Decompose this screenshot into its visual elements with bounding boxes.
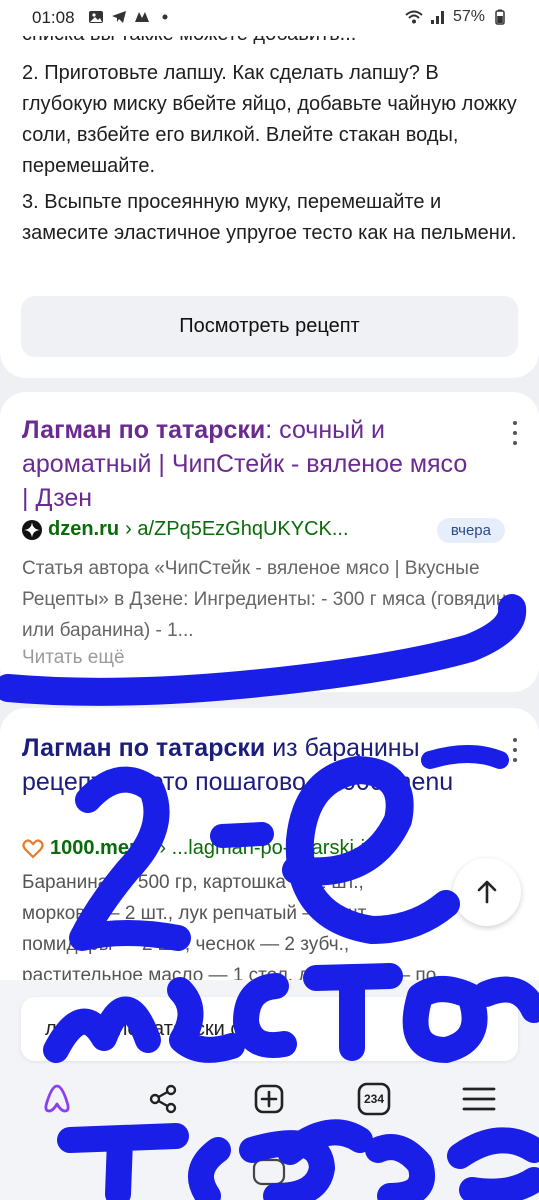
dzen-icon	[22, 519, 42, 540]
arrow-up-icon	[477, 880, 497, 904]
system-nav-icons	[116, 1158, 431, 1186]
result-title-2[interactable]: Лагман по татарски из баранины рецепт с …	[22, 731, 477, 799]
telegram-icon	[112, 11, 126, 23]
scroll-up-button[interactable]	[453, 858, 521, 926]
result-domain-2: 1000.menu	[50, 837, 154, 859]
recipe-step-3: 3. Всыпьте просеянную муку, перемешайте …	[22, 191, 517, 244]
date-badge: вчера	[436, 518, 505, 543]
tab-count: 234	[363, 1092, 385, 1106]
media-icon	[135, 12, 149, 22]
share-icon	[149, 1084, 177, 1114]
result-title[interactable]: Лагман по татарски: сочный и ароматный |…	[22, 413, 477, 515]
battery-icon	[495, 9, 505, 25]
search-query: лагман по татарски с	[45, 1017, 241, 1040]
result-title-highlight: Лагман по татарски	[22, 416, 266, 444]
recipe-card: списка вы также можете добавить... 2. Пр…	[0, 0, 539, 378]
heart-icon	[22, 838, 44, 859]
menu-button[interactable]	[456, 1076, 502, 1122]
result-path: › a/ZPq5EzGhqUKYCK...	[125, 518, 349, 540]
result-url-2[interactable]: 1000.menu › ...lagman-po-tatarski-iz...	[22, 837, 512, 860]
result-menu-button-2[interactable]	[509, 738, 521, 762]
gesture-bar	[0, 1148, 539, 1200]
signal-icon	[430, 11, 444, 24]
dot-icon	[162, 14, 168, 20]
system-icons: 57%	[405, 8, 509, 26]
result-snippet: Статья автора «ЧипСтейк - вяленое мясо |…	[22, 558, 517, 641]
search-input[interactable]: лагман по татарски с	[21, 997, 518, 1061]
new-tab-button[interactable]	[246, 1076, 292, 1122]
plus-square-icon	[254, 1084, 284, 1114]
read-more-link[interactable]: Читать ещё	[22, 647, 125, 669]
tabs-button[interactable]: 234	[351, 1076, 397, 1122]
hamburger-icon	[462, 1087, 496, 1111]
recipe-step-2: 2. Приготовьте лапшу. Как сделать лапшу?…	[22, 62, 517, 177]
share-button[interactable]	[140, 1076, 186, 1122]
battery-percent: 57%	[452, 8, 485, 25]
wifi-icon	[405, 10, 423, 24]
result-menu-button[interactable]	[509, 421, 521, 445]
result-path-2: › ...lagman-po-tatarski-iz...	[159, 837, 392, 859]
view-recipe-button[interactable]: Посмотреть рецепт	[21, 296, 518, 357]
alice-button[interactable]	[34, 1076, 80, 1122]
status-bar: 01:08 57%	[0, 0, 539, 36]
alice-icon	[44, 1084, 70, 1113]
gallery-icon	[89, 11, 103, 23]
notification-icons	[87, 8, 174, 26]
status-time: 01:08	[32, 8, 75, 27]
result-title-2-highlight: Лагман по татарски	[22, 734, 266, 762]
result-domain: dzen.ru	[48, 518, 120, 540]
